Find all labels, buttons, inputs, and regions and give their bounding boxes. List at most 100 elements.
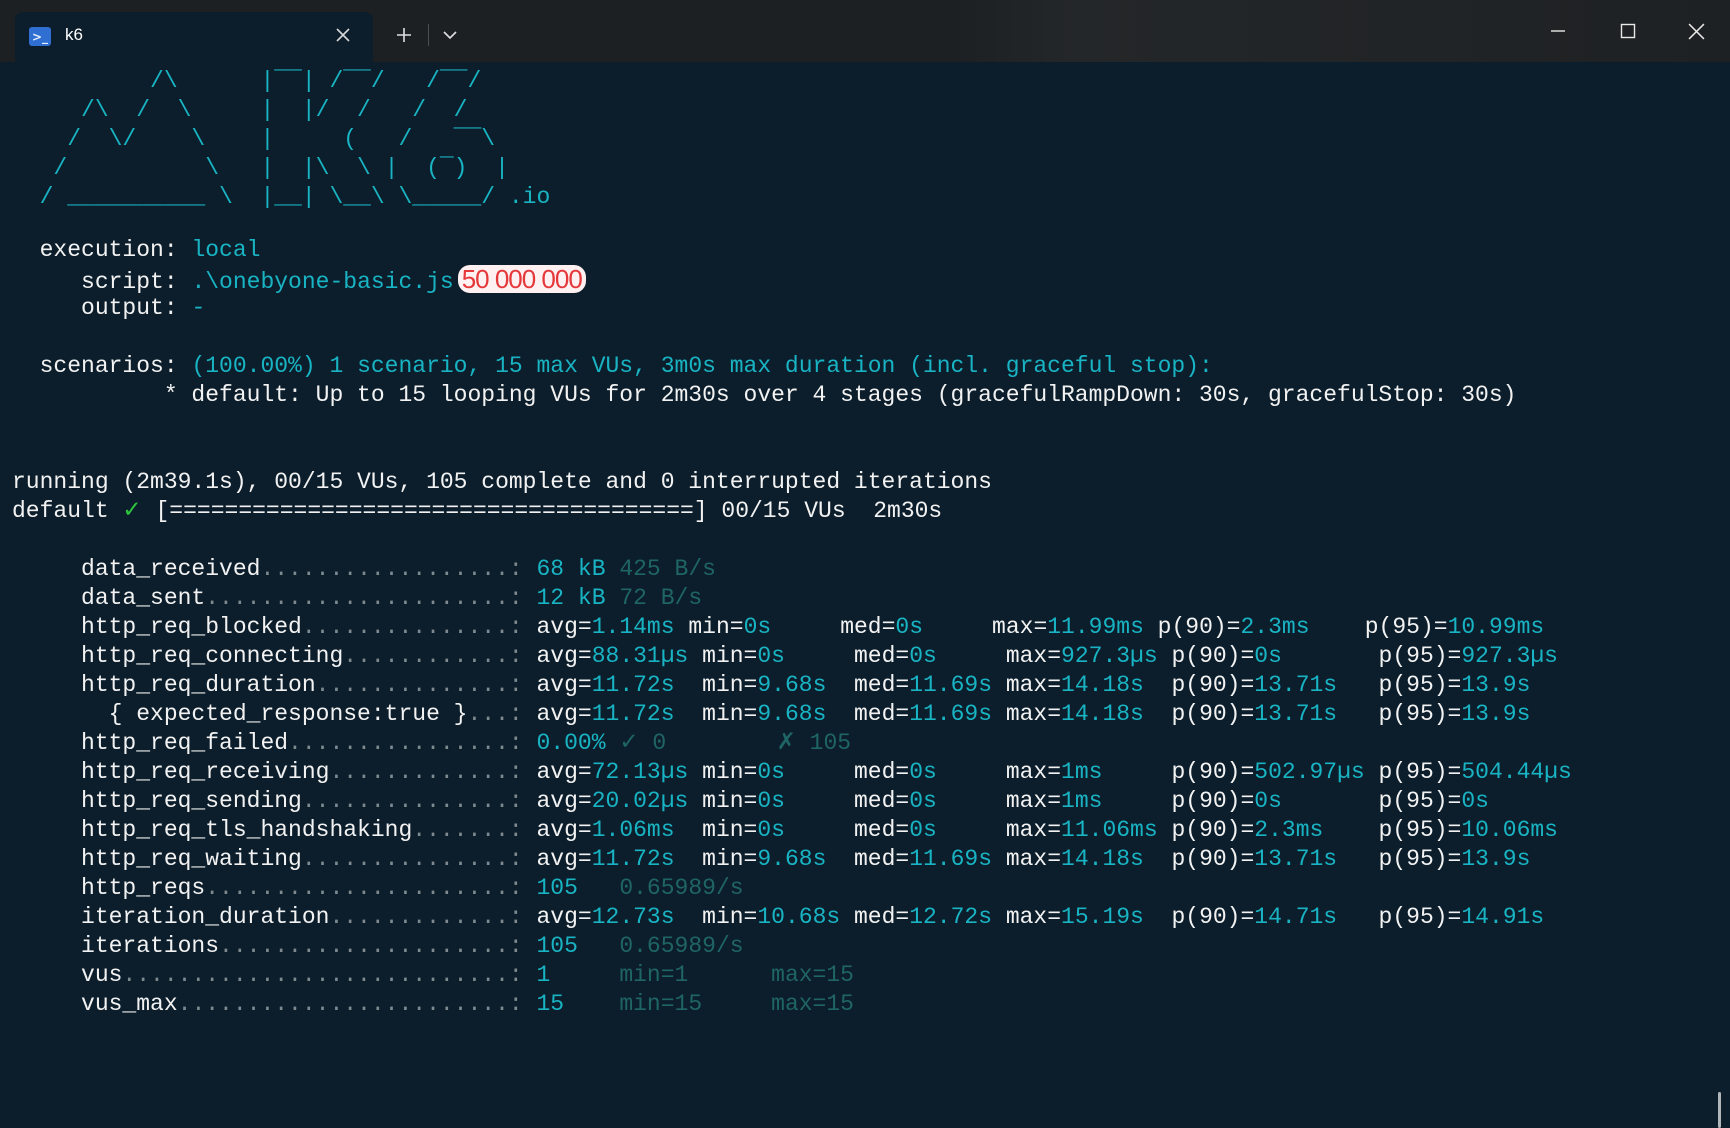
metric-value: p(90)= [1157,614,1241,640]
metric-row: http_req_receiving.............: avg=72.… [12,758,1572,787]
metric-value: 0.65989/s [577,933,744,959]
metric-leader: .....................: [219,933,537,959]
close-icon [1688,23,1704,39]
metric-value: p(95)= [1378,759,1462,785]
metric-value: p(95)= [1364,614,1448,640]
metric-value: 68 kB [536,556,606,582]
metric-value: 15.19s [1061,904,1172,930]
metric-value: 11.69s [909,846,1006,872]
tab-title: k6 [65,25,83,44]
metric-value: max= [1005,846,1062,872]
metric-value: 105 [536,933,578,959]
metric-row: data_sent......................: 12 kB 7… [12,584,702,613]
tab-k6[interactable]: >_ k6 [15,12,373,62]
output-line: output: - [12,294,205,323]
metric-value: 105 [536,875,578,901]
metric-value: p(90)= [1171,672,1255,698]
metric-value: 0s [757,817,854,843]
metric-value: 1.06ms [591,817,703,843]
tab-dropdown-button[interactable] [432,19,468,51]
metric-value: min= [702,817,758,843]
metric-value: avg= [536,817,592,843]
metric-value: min= [702,672,758,698]
output-value: - [191,295,206,321]
metric-row: vus............................: 1 min=1… [12,961,854,990]
minimize-button[interactable] [1530,12,1586,50]
metric-name: vus_max [12,991,178,1017]
metric-leader: ...............: [301,614,537,640]
metric-value: min=1 max=15 [550,962,854,988]
metric-row: http_req_blocked...............: avg=1.1… [12,613,1544,642]
metric-value: med= [853,846,910,872]
metric-value: 88.31µs [591,643,703,669]
metric-name: http_req_sending [12,788,302,814]
metric-value: 14.18s [1061,701,1172,727]
metric-name: data_received [12,556,261,582]
metric-value: 14.71s [1254,904,1379,930]
chevron-down-icon [443,31,457,40]
metric-value: avg= [536,846,592,872]
metric-value: 11.99ms [1047,614,1158,640]
metric-value: 0s [757,759,854,785]
script-line: script: .\onebyone-basic.js 50 000 000 [12,265,586,295]
scrollbar-thumb[interactable] [1718,1092,1721,1128]
metric-value: p(95)= [1378,788,1462,814]
metric-leader: .......: [412,817,537,843]
metric-name: http_req_tls_handshaking [12,817,413,843]
metric-name: data_sent [12,585,206,611]
metric-value: p(95)= [1378,846,1462,872]
metric-value: p(90)= [1171,643,1255,669]
metric-value: 10.99ms [1447,614,1545,640]
metric-value: max= [1005,643,1062,669]
window-close-button[interactable] [1668,12,1724,50]
metric-leader: ......................: [205,585,537,611]
metric-value: 0.00% [536,730,606,756]
metric-name: { expected_response:true } [12,701,468,727]
metric-row: vus_max........................: 15 min=… [12,990,854,1019]
metric-row: http_req_failed................: 0.00% ✓… [12,729,851,758]
terminal-output[interactable]: /\ |‾‾| /‾‾/ /‾‾/ /\ / \ | |/ / / / / \/… [0,62,1721,1128]
metric-value: avg= [536,759,592,785]
metric-value: 0s [909,817,1006,843]
metric-value: p(90)= [1171,904,1255,930]
metric-value: max= [1005,759,1062,785]
metric-leader: ........................: [177,991,537,1017]
progress-scenario-name: default [12,498,123,524]
metric-value: p(90)= [1171,846,1255,872]
metric-value: avg= [536,788,592,814]
metric-value: 10.06ms [1461,817,1558,843]
metric-name: http_req_duration [12,672,316,698]
metric-value: 0s [1254,788,1379,814]
close-icon [336,28,350,42]
metric-leader: ..............: [315,672,537,698]
metric-leader: ...: [467,701,537,727]
progress-bar: [======================================]… [141,498,943,524]
metric-value: 425 B/s [605,556,716,582]
plus-icon [397,28,411,42]
new-tab-button[interactable] [386,19,422,51]
tab-close-button[interactable] [331,23,355,47]
k6-logo-line: / __________ \ |__| \__\ \_____/ .io [12,184,551,210]
metric-value: med= [853,643,910,669]
metric-value: min= [702,643,758,669]
metric-leader: ............................: [122,962,537,988]
metric-value: 0s [909,759,1006,785]
metric-value: p(90)= [1171,701,1255,727]
metric-leader: ............: [343,643,537,669]
metric-leader: .............: [329,759,537,785]
metric-value: ✓ 0 ✗ 105 [605,730,852,756]
metric-value: 0s [757,643,854,669]
metric-row: http_req_duration..............: avg=11.… [12,671,1530,700]
k6-logo-line: /\ |‾‾| /‾‾/ /‾‾/ [12,68,482,94]
maximize-button[interactable] [1600,12,1656,50]
metric-value: p(95)= [1378,701,1462,727]
execution-value: local [191,237,261,263]
metric-value: 502.97µs [1254,759,1379,785]
metric-value: p(90)= [1171,817,1255,843]
minimize-icon [1551,30,1565,32]
metric-row: http_req_waiting...............: avg=11.… [12,845,1530,874]
metric-value: min= [702,788,758,814]
metric-row: { expected_response:true }...: avg=11.72… [12,700,1531,729]
metric-name: http_req_failed [12,730,289,756]
metric-leader: ................: [288,730,537,756]
